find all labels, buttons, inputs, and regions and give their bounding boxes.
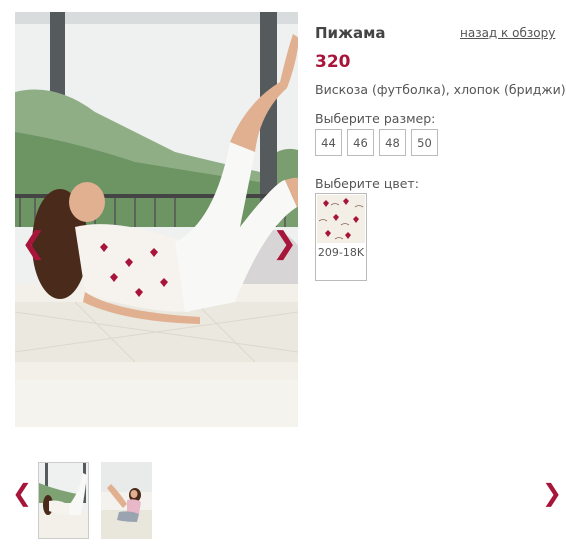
color-selector-label: Выберите цвет: [315, 176, 419, 191]
size-option-50[interactable]: 50 [411, 129, 438, 156]
size-option-44[interactable]: 44 [315, 129, 342, 156]
product-price: 320 [315, 52, 351, 72]
product-material: Вискоза (футболка), хлопок (бриджи) [315, 82, 566, 97]
color-pattern-image [317, 195, 365, 243]
thumbnail-1[interactable] [38, 462, 89, 539]
product-title: Пижама [315, 24, 386, 42]
size-selector: 44 46 48 50 [315, 129, 438, 156]
thumbnail-2[interactable] [101, 462, 152, 539]
main-product-photo [15, 12, 298, 427]
color-swatch[interactable]: 209-18K [315, 193, 367, 281]
main-photo-next-arrow[interactable]: ❯ [272, 229, 297, 259]
size-selector-label: Выберите размер: [315, 111, 436, 126]
thumbnails-next-arrow[interactable]: ❯ [542, 478, 562, 508]
size-option-46[interactable]: 46 [347, 129, 374, 156]
size-option-48[interactable]: 48 [379, 129, 406, 156]
main-photo-prev-arrow[interactable]: ❮ [21, 229, 46, 259]
thumbnails-prev-arrow[interactable]: ❮ [12, 478, 32, 508]
color-code: 209-18K [317, 246, 365, 259]
back-to-overview-link[interactable]: назад к обзору [460, 26, 555, 40]
